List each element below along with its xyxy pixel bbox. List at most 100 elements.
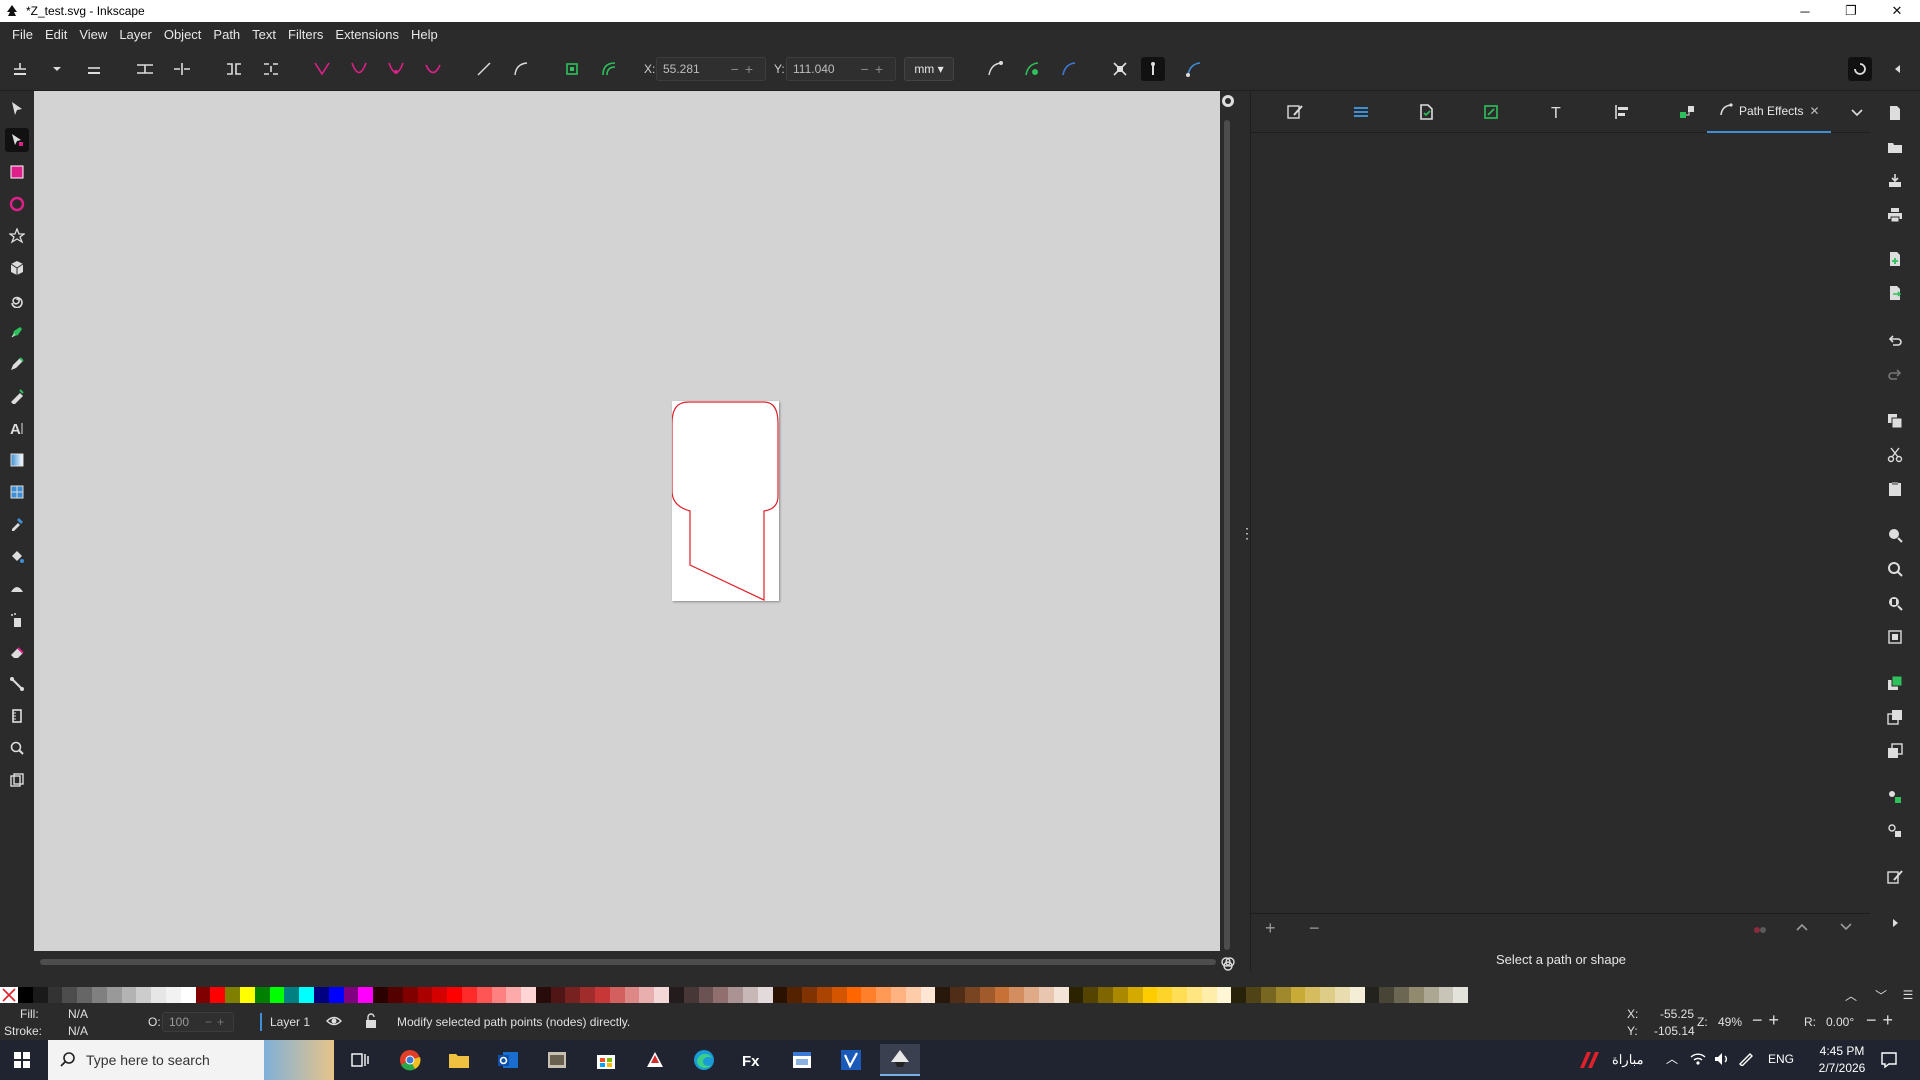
palette-swatch[interactable] (447, 987, 462, 1003)
palette-swatch[interactable] (151, 987, 166, 1003)
file-explorer-icon[interactable] (439, 1044, 479, 1076)
palette-swatch[interactable] (713, 987, 729, 1003)
text-tool-icon[interactable]: A (5, 416, 29, 440)
palette-swatch[interactable] (802, 987, 818, 1003)
paint-bucket-tool-icon[interactable] (5, 544, 29, 568)
palette-swatch[interactable] (550, 987, 566, 1003)
no-paint-swatch[interactable] (0, 987, 18, 1003)
next-path-effect-parameter-icon[interactable] (983, 57, 1007, 81)
clone-icon[interactable] (1883, 705, 1907, 729)
maximize-button[interactable]: ❐ (1828, 0, 1874, 22)
gradient-tool-icon[interactable] (5, 448, 29, 472)
palette-swatch[interactable] (1112, 987, 1128, 1003)
export-tab-icon[interactable] (1479, 100, 1503, 124)
zoom-stepper-icon[interactable]: −+ (1752, 1010, 1785, 1031)
palette-swatch[interactable] (62, 987, 78, 1003)
palette-swatch[interactable] (254, 987, 270, 1003)
vertical-scrollbar[interactable] (1222, 100, 1232, 950)
undo-icon[interactable] (1883, 329, 1907, 353)
palette-swatch[interactable] (1290, 987, 1306, 1003)
3d-box-tool-icon[interactable] (5, 256, 29, 280)
menu-view[interactable]: View (73, 27, 113, 42)
palette-swatch[interactable] (950, 987, 965, 1003)
palette-swatch[interactable] (1260, 987, 1276, 1003)
palette-swatch[interactable] (417, 987, 433, 1003)
palette-swatch[interactable] (1216, 987, 1232, 1003)
document-page[interactable] (671, 401, 779, 601)
menu-help[interactable]: Help (405, 27, 444, 42)
selected-path-shape[interactable] (671, 401, 779, 601)
fx-app-icon[interactable]: Fx (733, 1044, 773, 1076)
palette-swatch[interactable] (994, 987, 1010, 1003)
clock-time[interactable]: 4:45 PM (1812, 1044, 1872, 1058)
ungroup-icon[interactable] (1883, 819, 1907, 843)
palette-swatch[interactable] (817, 987, 832, 1003)
palette-swatch[interactable] (91, 987, 107, 1003)
palette-swatch[interactable] (846, 987, 862, 1003)
insert-node-dropdown-icon[interactable] (45, 57, 69, 81)
palette-swatch[interactable] (1142, 987, 1158, 1003)
palette-swatch[interactable] (180, 987, 196, 1003)
palette-swatch[interactable] (683, 987, 699, 1003)
x-coordinate-input[interactable]: 55.281 −+ (656, 57, 766, 81)
palette-swatch[interactable] (343, 987, 359, 1003)
layer-lock-icon[interactable] (364, 1013, 378, 1032)
make-segment-curve-icon[interactable] (509, 57, 533, 81)
opacity-input[interactable]: 100 −+ (162, 1012, 234, 1032)
copy-icon[interactable] (1883, 409, 1907, 433)
node-cusp-icon[interactable] (310, 57, 334, 81)
node-symmetric-icon[interactable] (384, 57, 408, 81)
palette-swatch[interactable] (905, 987, 921, 1003)
snap-toggle-icon[interactable] (1848, 57, 1872, 81)
horizontal-scrollbar[interactable] (34, 955, 1222, 969)
palette-swatch[interactable] (891, 987, 906, 1003)
visio-app-icon[interactable] (831, 1044, 871, 1076)
palette-swatch[interactable] (165, 987, 181, 1003)
menu-path[interactable]: Path (207, 27, 246, 42)
palette-swatch[interactable] (920, 987, 936, 1003)
delete-segment-icon[interactable] (259, 57, 283, 81)
palette-swatch[interactable] (1364, 987, 1380, 1003)
palette-swatch[interactable] (698, 987, 714, 1003)
pen-tool-icon[interactable] (5, 320, 29, 344)
make-segment-line-icon[interactable] (472, 57, 496, 81)
object-to-path-icon[interactable] (560, 57, 584, 81)
menu-extensions[interactable]: Extensions (329, 27, 405, 42)
new-document-icon[interactable] (1883, 101, 1907, 125)
print-icon[interactable] (1883, 203, 1907, 227)
spiral-tool-icon[interactable] (5, 288, 29, 312)
app-window-icon[interactable] (537, 1044, 577, 1076)
palette-swatch[interactable] (1083, 987, 1099, 1003)
microsoft-store-icon[interactable] (586, 1044, 626, 1076)
zoom-page-width-icon[interactable] (1883, 625, 1907, 649)
palette-swatch[interactable] (1186, 987, 1202, 1003)
palette-swatch[interactable] (136, 987, 152, 1003)
align-distribute-tab-icon[interactable] (1610, 100, 1634, 124)
y-stepper-icon[interactable]: −+ (861, 61, 889, 77)
palette-menu-icon[interactable]: ☰ (1896, 987, 1920, 1003)
group-icon[interactable] (1883, 785, 1907, 809)
current-layer[interactable]: Layer 1 (270, 1015, 310, 1029)
join-segment-icon[interactable] (222, 57, 246, 81)
palette-swatch[interactable] (210, 987, 226, 1003)
zoom-tool-icon[interactable] (5, 736, 29, 760)
stroke-to-path-icon[interactable] (597, 57, 621, 81)
palette-swatch[interactable] (1408, 987, 1424, 1003)
news-widget-text[interactable]: مباراة (1612, 1052, 1644, 1068)
import-icon[interactable] (1883, 247, 1907, 271)
cut-icon[interactable] (1883, 443, 1907, 467)
document-properties-tab-icon[interactable] (1414, 100, 1438, 124)
palette-swatch[interactable] (624, 987, 640, 1003)
pages-tool-icon[interactable] (5, 768, 29, 792)
volume-icon[interactable] (1714, 1052, 1730, 1069)
browser-window-icon[interactable] (782, 1044, 822, 1076)
show-hidden-icons-icon[interactable]: ︿ (1666, 1050, 1678, 1067)
palette-swatch[interactable] (269, 987, 285, 1003)
vertical-scroll-thumb[interactable] (1224, 120, 1230, 950)
palette-swatch[interactable] (609, 987, 625, 1003)
palette-swatch[interactable] (387, 987, 403, 1003)
palette-swatch[interactable] (1246, 987, 1261, 1003)
snap-options-arrow-icon[interactable] (1886, 57, 1910, 81)
pencil-tool-icon[interactable] (5, 352, 29, 376)
outlook-icon[interactable] (488, 1044, 528, 1076)
